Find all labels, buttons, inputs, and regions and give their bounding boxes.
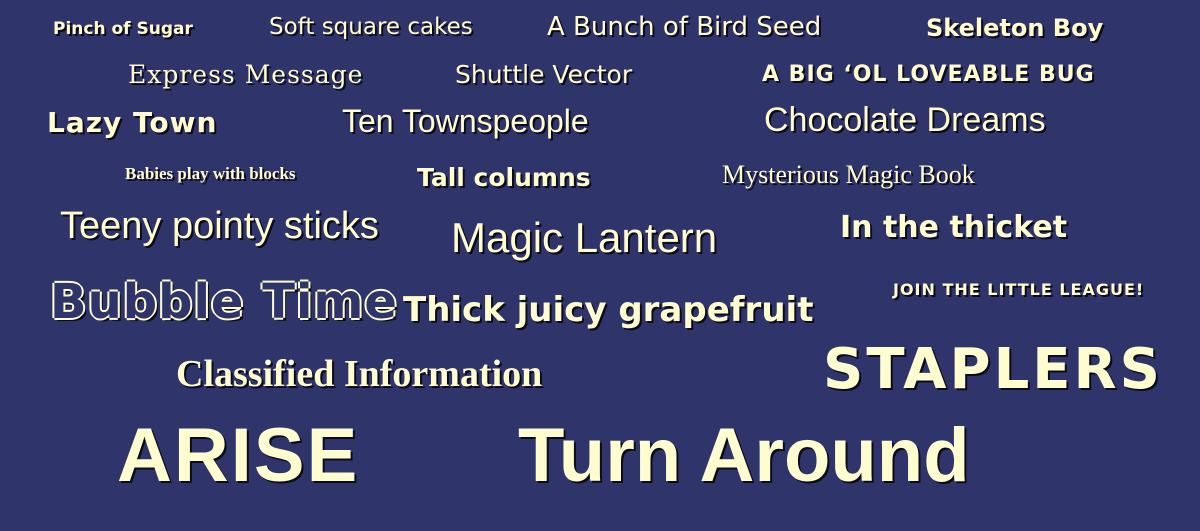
font-sample-ten-townspeople: Ten Townspeople bbox=[342, 103, 589, 139]
font-sample-magic-lantern: Magic Lantern bbox=[451, 214, 718, 261]
font-sample-babies-play-with-blocks: Babies play with blocks bbox=[125, 164, 296, 183]
font-sample-pinch-of-sugar: Pinch of Sugar bbox=[53, 19, 193, 39]
font-sample-bunch-of-bird-seed: A Bunch of Bird Seed bbox=[547, 12, 822, 42]
font-sample-shuttle-vector: Shuttle Vector bbox=[455, 60, 633, 89]
font-sample-turn-around: Turn Around bbox=[518, 413, 970, 498]
font-sample-staplers: STAPLERS bbox=[823, 337, 1163, 402]
font-sample-sheet: Pinch of Sugar Soft square cakes A Bunch… bbox=[0, 0, 1200, 531]
font-sample-express-message: Express Message bbox=[128, 60, 364, 89]
font-sample-loveable-bug: A BIG ‘OL LOVEABLE BUG bbox=[762, 62, 1095, 87]
font-sample-join-the-little-league: JOIN THE LITTLE LEAGUE! bbox=[893, 280, 1145, 299]
font-sample-classified-information: Classified Information bbox=[176, 353, 543, 395]
font-sample-teeny-pointy-sticks: Teeny pointy sticks bbox=[60, 205, 379, 247]
font-sample-in-the-thicket: In the thicket bbox=[840, 210, 1068, 245]
font-sample-lazy-town: Lazy Town bbox=[47, 106, 218, 139]
font-sample-bubble-time: Bubble Time bbox=[50, 274, 398, 330]
font-sample-arise: ARISE bbox=[117, 413, 360, 498]
font-sample-soft-square-cakes: Soft square cakes bbox=[269, 14, 473, 40]
font-sample-mysterious-magic-book: Mysterious Magic Book bbox=[722, 160, 975, 189]
font-sample-tall-columns: Tall columns bbox=[417, 163, 591, 192]
font-sample-chocolate-dreams: Chocolate Dreams bbox=[764, 101, 1046, 139]
font-sample-skeleton-boy: Skeleton Boy bbox=[926, 14, 1104, 42]
font-sample-thick-juicy-grapefruit: Thick juicy grapefruit bbox=[403, 290, 814, 330]
